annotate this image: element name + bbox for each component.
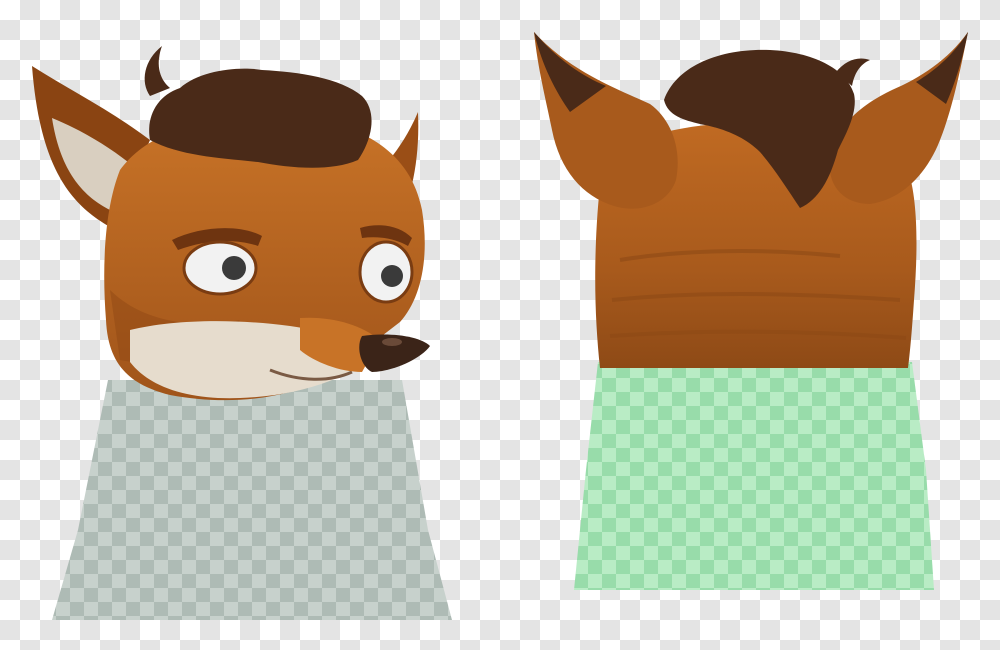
artwork	[32, 32, 968, 620]
fox-back-view	[534, 32, 968, 590]
right-pupil	[381, 265, 403, 287]
neck-back	[574, 362, 934, 590]
neck-front	[52, 380, 452, 620]
left-pupil	[222, 256, 246, 280]
hair-curl	[144, 46, 170, 96]
fox-front-view	[32, 46, 452, 620]
nose-highlight	[382, 338, 402, 346]
